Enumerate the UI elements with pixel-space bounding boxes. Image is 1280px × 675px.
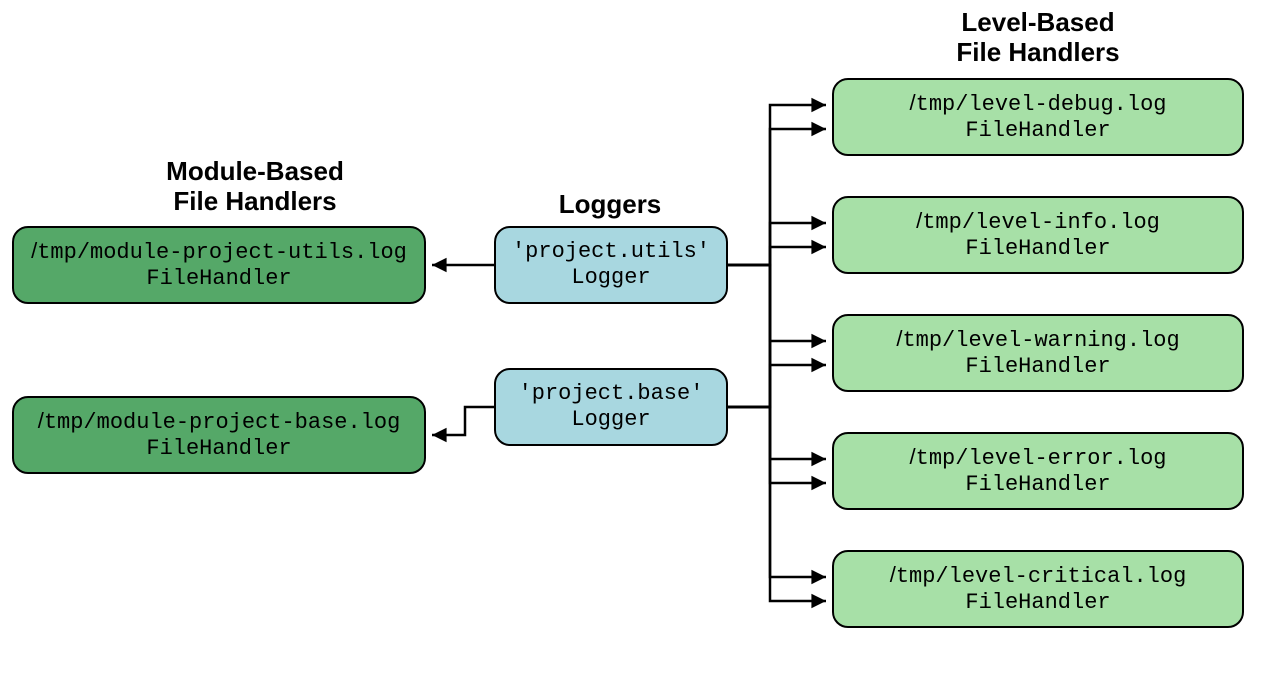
level-handler-path: tmp/level-error.log [916, 446, 1167, 471]
arrow-utils-to-warning [728, 265, 826, 341]
level-handler-warning: /tmp/level-warning.log FileHandler [832, 314, 1244, 392]
arrow-base-to-error [728, 407, 826, 483]
module-handler-path-text: tmp/module-project-utils.log [37, 240, 407, 265]
module-handler-type: FileHandler [146, 436, 291, 462]
level-handler-path: tmp/level-warning.log [902, 328, 1179, 353]
module-handler-base: /tmp/module-project-base.log FileHandler [12, 396, 426, 474]
logger-type: Logger [571, 265, 650, 291]
level-handler-debug: /tmp/level-debug.log FileHandler [832, 78, 1244, 156]
arrow-utils-to-debug [728, 105, 826, 265]
logger-project-utils: 'project.utils' Logger [494, 226, 728, 304]
module-handler-path: /tmp/module-project-base.log [38, 408, 401, 436]
level-handler-type: FileHandler [965, 590, 1110, 616]
level-handler-info: /tmp/level-info.log FileHandler [832, 196, 1244, 274]
level-handler-type: FileHandler [965, 118, 1110, 144]
module-handler-utils: /tmp/module-project-utils.log FileHandle… [12, 226, 426, 304]
arrow-utils-to-info [728, 223, 826, 265]
module-handler-path-text: tmp/module-project-base.log [44, 410, 400, 435]
level-handler-critical: /tmp/level-critical.log FileHandler [832, 550, 1244, 628]
module-handler-type: FileHandler [146, 266, 291, 292]
arrow-base-to-debug [728, 129, 826, 407]
level-handler-error: /tmp/level-error.log FileHandler [832, 432, 1244, 510]
arrow-utils-to-error [728, 265, 826, 459]
diagram-canvas: Module-Based File Handlers Loggers Level… [0, 0, 1280, 675]
arrow-base-to-info [728, 247, 826, 407]
level-handler-type: FileHandler [965, 354, 1110, 380]
arrow-base-to-warning [728, 365, 826, 407]
arrow-base-to-module-base [432, 407, 494, 435]
arrow-utils-to-critical [728, 265, 826, 577]
level-handler-path: tmp/level-critical.log [896, 564, 1186, 589]
level-handler-type: FileHandler [965, 236, 1110, 262]
logger-type: Logger [571, 407, 650, 433]
logger-name: 'project.utils' [512, 239, 710, 265]
module-handler-path: /tmp/module-project-utils.log [31, 238, 407, 266]
logger-name: 'project.base' [519, 381, 704, 407]
level-handler-type: FileHandler [965, 472, 1110, 498]
heading-loggers: Loggers [540, 190, 680, 220]
arrow-base-to-critical [728, 407, 826, 601]
level-handler-path: tmp/level-info.log [922, 210, 1160, 235]
level-handler-path: tmp/level-debug.log [916, 92, 1167, 117]
heading-module-handlers: Module-Based File Handlers [125, 157, 385, 217]
heading-level-handlers: Level-Based File Handlers [908, 8, 1168, 68]
logger-project-base: 'project.base' Logger [494, 368, 728, 446]
